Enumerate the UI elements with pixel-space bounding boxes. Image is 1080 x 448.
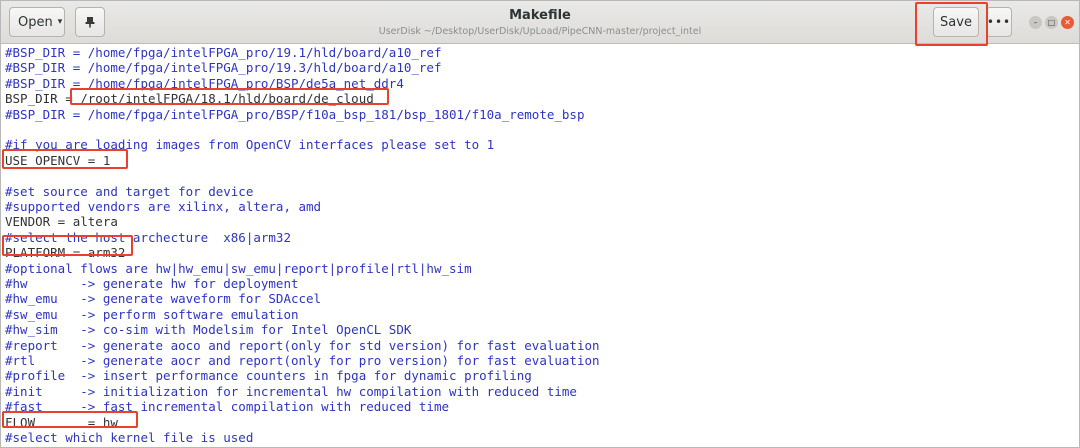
code-line: #profile -> insert performance counters … — [5, 368, 532, 384]
code-line: #BSP_DIR = /home/fpga/intelFPGA_pro/19.1… — [5, 45, 442, 60]
code-line: #BSP_DIR = /home/fpga/intelFPGA_pro/BSP/… — [5, 75, 404, 91]
code-line: #report -> generate aoco and report(only… — [5, 337, 600, 353]
code-line: #BSP_DIR = /home/fpga/intelFPGA_pro/19.3… — [5, 60, 442, 76]
minimize-icon[interactable]: – — [1029, 16, 1042, 29]
code-line: BSP_DIR = /root/intelFPGA/18.1/hld/board… — [5, 91, 374, 107]
new-tab-button[interactable] — [75, 7, 105, 37]
code-line: #BSP_DIR = /home/fpga/intelFPGA_pro/BSP/… — [5, 106, 585, 122]
open-button[interactable]: Open ▾ — [9, 7, 65, 37]
editor-window: Open ▾ Makefile UserDisk ~/Desktop/UserD… — [0, 0, 1080, 448]
code-line: #hw -> generate hw for deployment — [5, 276, 299, 291]
code-line: #supported vendors are xilinx, altera, a… — [5, 199, 322, 214]
code-line: PLATFORM = arm32 — [5, 245, 126, 261]
text-editor[interactable]: #BSP_DIR = /home/fpga/intelFPGA_pro/19.1… — [1, 44, 1079, 447]
code-line: #hw_emu -> generate waveform for SDAccel — [5, 291, 322, 307]
open-button-label: Open — [18, 14, 53, 30]
code-line: #fast -> fast incremental compilation wi… — [5, 399, 450, 415]
code-line: FLOW = hw — [5, 414, 118, 430]
code-line: #if you are loading images from OpenCV i… — [5, 137, 495, 153]
code-line: USE_OPENCV = 1 — [5, 152, 111, 168]
pin-icon — [85, 17, 95, 28]
code-line: #set source and target for device — [5, 183, 254, 199]
maximize-icon[interactable]: □ — [1045, 16, 1058, 29]
menu-button[interactable]: ••• — [986, 7, 1012, 37]
code-line: #init -> initialization for incremental … — [5, 383, 577, 399]
window-title: Makefile — [509, 8, 571, 23]
close-icon[interactable]: ✕ — [1061, 16, 1074, 29]
code-line: #optional flows are hw|hw_emu|sw_emu|rep… — [5, 260, 472, 276]
code-line: #rtl -> generate aocr and report(only fo… — [5, 353, 600, 368]
code-line: #select the host archecture x86|arm32 — [5, 229, 291, 245]
code-line: #sw_emu -> perform software emulation — [5, 306, 299, 322]
file-path: UserDisk ~/Desktop/UserDisk/UpLoad/PipeC… — [378, 26, 702, 37]
chevron-down-icon: ▾ — [57, 17, 63, 27]
code-line: #select which kernel file is used — [5, 430, 254, 445]
code-line: #hw_sim -> co-sim with Modelsim for Inte… — [5, 322, 412, 338]
header-bar: Open ▾ Makefile UserDisk ~/Desktop/UserD… — [1, 1, 1079, 44]
code-line: VENDOR = altera — [5, 214, 118, 230]
save-button[interactable]: Save — [933, 7, 979, 37]
